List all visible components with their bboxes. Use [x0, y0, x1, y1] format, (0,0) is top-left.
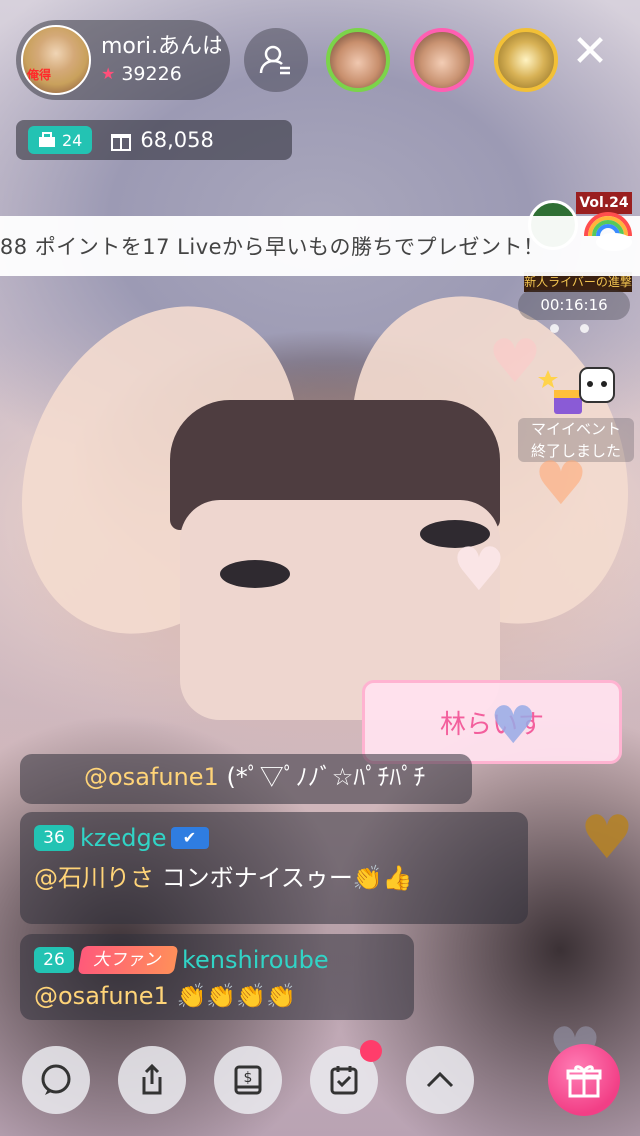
bag-icon — [39, 132, 55, 147]
comment-icon — [41, 1064, 71, 1095]
floating-heart-icon: ♥ — [580, 803, 634, 873]
user-level-badge: 26 — [34, 947, 74, 973]
floating-heart-icon: ♥ — [534, 449, 588, 519]
event-timer: 00:16:16 — [518, 290, 630, 320]
comment-item[interactable]: 26 大ファン kenshiroube @osafune1 👏👏👏👏 — [20, 934, 414, 1020]
comment-username[interactable]: kenshiroube — [182, 946, 329, 974]
svg-text:$: $ — [244, 1070, 253, 1086]
comment-text: コンボナイスゥー👏👍 — [154, 864, 413, 892]
promo-banner[interactable]: 388 ポイントを17 Liveから早いもの勝ちでプレゼント！ — [0, 216, 640, 276]
eye-left — [220, 560, 290, 588]
star-icon: ★ — [101, 64, 116, 83]
pager-dot-1 — [550, 324, 559, 333]
comment-username[interactable]: kzedge — [80, 824, 167, 852]
chevron-up-icon — [426, 1071, 454, 1088]
comment-mention: @osafune1 — [34, 982, 169, 1010]
comment-item[interactable]: @osafune1 (*ﾟ▽ﾟﾉﾉﾞ☆ﾊﾟﾁﾊﾟﾁ — [20, 754, 472, 804]
share-button[interactable] — [118, 1046, 186, 1114]
promo-banner-text: 388 ポイントを17 Liveから早いもの勝ちでプレゼント！ — [0, 235, 545, 259]
gift-total: 68,058 — [140, 128, 214, 152]
streamer-profile[interactable]: 俺得 mori.あんは ★ 39226 — [16, 20, 230, 100]
expand-button[interactable] — [406, 1046, 474, 1114]
streamer-name: mori.あんは — [101, 34, 221, 59]
verified-icon: ✔ — [170, 827, 209, 849]
avatar-tag: 俺得 — [27, 68, 52, 82]
gift-summary-bar[interactable]: 24 68,058 — [16, 120, 292, 160]
streamer-points: 39226 — [121, 63, 182, 85]
streamer-level-chip: 24 — [28, 126, 93, 154]
close-icon[interactable]: ✕ — [570, 30, 610, 74]
comment-mention: @石川りさ — [34, 864, 154, 892]
viewer-avatar-3[interactable] — [494, 28, 558, 92]
rainbow-icon — [584, 212, 632, 251]
blue-heart-icon: ♥ — [490, 696, 537, 756]
comment-text: (*ﾟ▽ﾟﾉﾉﾞ☆ﾊﾟﾁﾊﾟﾁ — [218, 763, 426, 791]
pager-dot-2 — [580, 324, 589, 333]
comment-button[interactable] — [22, 1046, 90, 1114]
my-event-title: マイイベント — [530, 420, 621, 438]
my-event-icon[interactable] — [538, 362, 622, 422]
fan-badge: 大ファン — [77, 946, 179, 974]
streamer-level: 24 — [62, 130, 83, 150]
wallet-button[interactable]: $ — [214, 1046, 282, 1114]
viewer-avatar-1[interactable] — [326, 28, 390, 92]
checklist-icon — [330, 1066, 358, 1095]
person-list-icon — [259, 45, 290, 75]
comment-text: 👏👏👏👏 — [168, 982, 296, 1010]
floating-heart-icon: ♥ — [488, 327, 542, 397]
gift-button[interactable] — [548, 1044, 620, 1116]
comment-mention: @osafune1 — [84, 763, 219, 791]
floating-heart-icon: ♥ — [452, 535, 506, 605]
gift-icon — [566, 1065, 602, 1098]
user-level-badge: 36 — [34, 825, 74, 851]
person-list-button[interactable] — [244, 28, 308, 92]
streamer-avatar[interactable]: 俺得 — [21, 25, 91, 95]
gift-box-icon — [111, 134, 132, 151]
notification-dot — [360, 1040, 382, 1062]
share-icon — [142, 1063, 162, 1095]
wallet-icon: $ — [234, 1065, 262, 1095]
comment-item[interactable]: 36 kzedge ✔ @石川りさ コンボナイスゥー👏👍 — [20, 812, 528, 924]
viewer-avatar-2[interactable] — [410, 28, 474, 92]
